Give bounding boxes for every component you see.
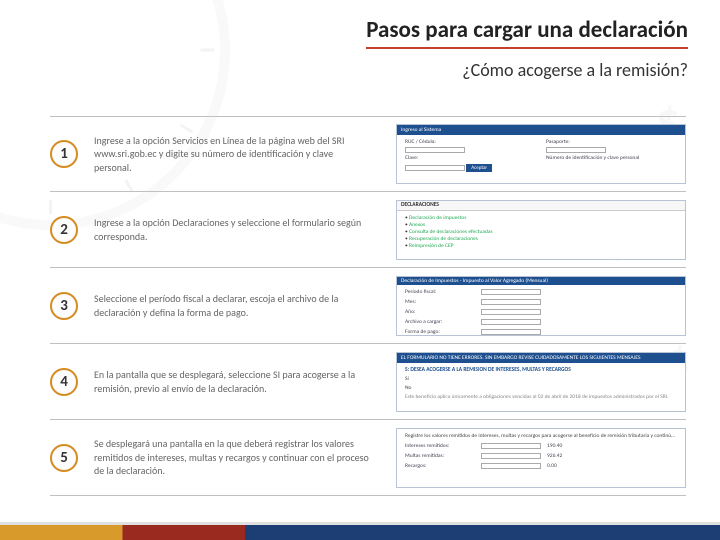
field-label: Multas remitidas: [405, 453, 475, 459]
field-value: 190.40 [547, 443, 617, 449]
field-label: Mes: [405, 299, 475, 305]
input-icon [481, 443, 541, 449]
thumb-title-bar: Declaración de Impuestos - Impuesto al V… [397, 277, 685, 285]
step-text: En la pantalla que se desplegará, selecc… [94, 368, 380, 395]
step-text: Se desplegará una pantalla en la que deb… [94, 437, 380, 478]
input-icon [405, 147, 465, 153]
page-subtitle: ¿Cómo acogerse a la remisión? [366, 59, 688, 81]
step-text: Ingrese a la opción Declaraciones y sele… [94, 216, 380, 243]
step-number: 3 [50, 292, 78, 320]
list-item: Anexos [405, 222, 677, 228]
page-title: Pasos para cargar una declaración [366, 16, 688, 49]
step-text: Ingrese a la opción Servicios en Línea d… [94, 134, 380, 175]
footer-stripe [0, 522, 720, 540]
input-icon [481, 463, 541, 469]
input-icon [481, 299, 541, 305]
hint-text: Número de identificación y clave persona… [546, 155, 677, 161]
input-icon [481, 319, 541, 325]
field-label: RUC / Cédula: [405, 139, 536, 145]
field-label: Pasaporte: [546, 139, 677, 145]
step-4: 4 En la pantalla que se desplegará, sele… [50, 344, 686, 420]
radio-option: Sí [405, 376, 677, 382]
step-number: 5 [50, 444, 78, 472]
step-thumbnail: Ingreso al Sistema RUC / Cédula: Clave: … [396, 124, 686, 184]
section-title: DECLARACIONES [401, 202, 439, 208]
field-label: Recargos: [405, 463, 475, 469]
radio-option: No [405, 385, 677, 391]
field-label: Forma de pago: [405, 329, 475, 335]
question-text: S: DESEA ACOGERSE A LA REMISIÓN DE INTER… [405, 367, 677, 373]
list-item: Declaración de impuestos [405, 215, 677, 221]
field-value: 0.00 [547, 463, 617, 469]
input-icon [481, 309, 541, 315]
step-thumbnail: Declaración de Impuestos - Impuesto al V… [396, 276, 686, 336]
list-item: Consulta de declaraciones efectuadas [405, 229, 677, 235]
input-icon [481, 289, 541, 295]
step-2: 2 Ingrese a la opción Declaraciones y se… [50, 192, 686, 268]
step-thumbnail: EL FORMULARIO NO TIENE ERRORES. SIN EMBA… [396, 352, 686, 412]
step-number: 2 [50, 216, 78, 244]
input-icon [481, 329, 541, 335]
input-icon [546, 147, 606, 153]
step-text: Seleccione el período fiscal a declarar,… [94, 292, 380, 319]
note-text: Este beneficio aplica únicamente a oblig… [405, 394, 677, 400]
thumb-title-bar: EL FORMULARIO NO TIENE ERRORES. SIN EMBA… [397, 353, 685, 363]
field-label: Período fiscal: [405, 289, 475, 295]
input-icon [405, 165, 465, 171]
step-5: 5 Se desplegará una pantalla en la que d… [50, 420, 686, 496]
field-label: Clave: [405, 155, 536, 161]
steps-container: 1 Ingrese a la opción Servicios en Línea… [50, 116, 686, 506]
input-icon [481, 453, 541, 459]
lead-text: Registre los valores remitidos de intere… [405, 433, 677, 439]
list-item: Recuperación de declaraciones [405, 236, 677, 242]
step-thumbnail: Registre los valores remitidos de intere… [396, 428, 686, 488]
step-3: 3 Seleccione el período fiscal a declara… [50, 268, 686, 344]
field-label: Año: [405, 309, 475, 315]
accept-button-icon: Aceptar [466, 164, 492, 172]
field-label: Intereses remitidos: [405, 443, 475, 449]
step-number: 1 [50, 140, 78, 168]
list-item: Reimpresión de CEP [405, 243, 677, 249]
thumb-title-bar: Ingreso al Sistema [397, 125, 685, 135]
field-label: Archivo a cargar: [405, 319, 475, 325]
step-number: 4 [50, 368, 78, 396]
thumb-title-bar: DECLARACIONES [397, 201, 685, 211]
field-value: 926.42 [547, 453, 617, 459]
step-thumbnail: DECLARACIONES Declaración de impuestos A… [396, 200, 686, 260]
step-1: 1 Ingrese a la opción Servicios en Línea… [50, 116, 686, 192]
